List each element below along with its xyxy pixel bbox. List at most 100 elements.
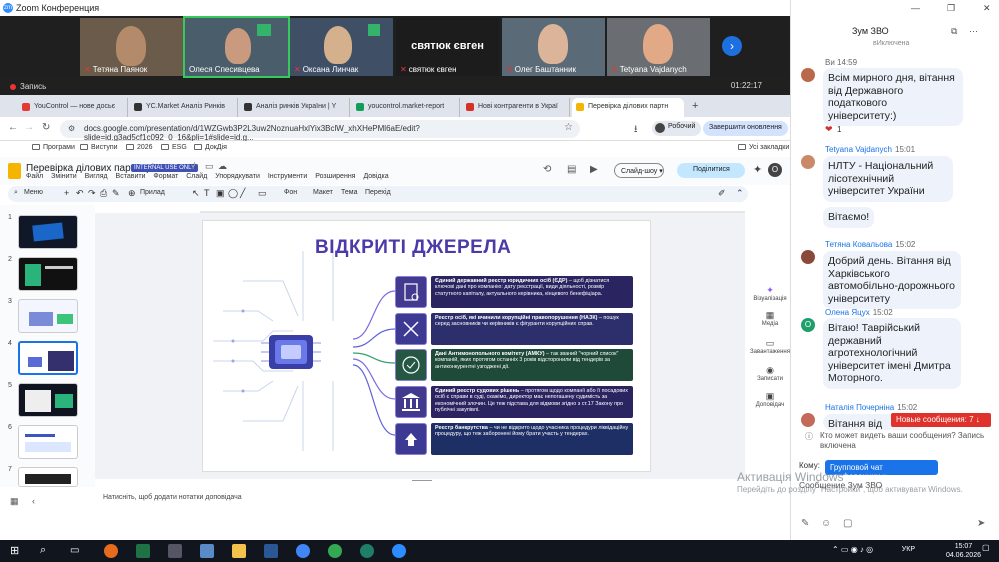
word-icon[interactable]: [264, 544, 278, 558]
reload-icon[interactable]: ↻: [42, 122, 50, 133]
browser-tab[interactable]: Нові контрагенти в Украї: [462, 98, 570, 117]
notes-resize-handle[interactable]: [412, 480, 432, 481]
file-icon[interactable]: ▢: [843, 518, 852, 529]
format-text-icon[interactable]: ✎: [801, 518, 809, 529]
gemini-icon[interactable]: ✦: [753, 163, 762, 176]
browser-tab-active[interactable]: Перевірка ділових партн: [572, 98, 684, 117]
notepad-icon[interactable]: [200, 544, 214, 558]
app-icon[interactable]: [360, 544, 374, 558]
uploads-tool[interactable]: ▭ Завантаження: [748, 338, 792, 355]
grid-view-icon[interactable]: ▦: [10, 496, 19, 507]
line-icon[interactable]: ╱: [240, 188, 245, 199]
bookmark-star-icon[interactable]: ☆: [564, 122, 573, 133]
slide-thumbnail[interactable]: [18, 425, 78, 459]
undo-icon[interactable]: ↶: [76, 188, 84, 199]
task-view-icon[interactable]: ▭: [70, 545, 79, 556]
menu-help[interactable]: Довідка: [363, 173, 388, 180]
transition-button[interactable]: Перехід: [365, 189, 391, 196]
browser-tab[interactable]: Аналіз ринків України | Y: [240, 98, 350, 117]
select-tool-icon[interactable]: ↖: [192, 188, 200, 199]
notifications-icon[interactable]: ▢: [982, 543, 990, 552]
reaction-heart-icon[interactable]: ❤: [825, 124, 833, 135]
back-icon[interactable]: ←: [8, 122, 18, 133]
language-indicator[interactable]: УКР: [902, 546, 915, 553]
history-icon[interactable]: ⟲: [543, 164, 551, 175]
zoom-app-icon[interactable]: [392, 544, 406, 558]
participant-tile[interactable]: Олеся Спесивцева: [183, 16, 290, 78]
participant-tile[interactable]: ✕ Tetyana Vajdanych: [607, 18, 710, 76]
profile-button[interactable]: Робочий: [652, 121, 702, 136]
participant-tile[interactable]: ✕ Оксана Линчак: [290, 18, 393, 76]
paint-format-icon[interactable]: ✎: [112, 188, 120, 199]
share-button[interactable]: Поділитися: [677, 163, 745, 178]
minimize-icon[interactable]: —: [911, 3, 920, 13]
slide-thumbnail[interactable]: [18, 383, 78, 417]
menu-slide[interactable]: Слайд: [186, 173, 207, 180]
browser-tab[interactable]: YouControl — нове досьє: [18, 98, 128, 117]
collapse-icon[interactable]: ⌃: [736, 188, 744, 199]
layout-button[interactable]: Макет: [313, 189, 333, 196]
star-icon[interactable]: ☆: [190, 161, 199, 172]
chat-menu-icon[interactable]: ⋯: [969, 26, 978, 37]
clock[interactable]: 15:07 04.06.2026: [946, 542, 981, 560]
meet-icon[interactable]: ▶: [590, 164, 598, 175]
menu-tools[interactable]: Інструменти: [268, 173, 307, 180]
search-icon[interactable]: ⌕: [40, 544, 46, 557]
slide-thumbnail[interactable]: [18, 299, 78, 333]
print-icon[interactable]: ⎙: [100, 188, 107, 199]
file-explorer-icon[interactable]: [232, 544, 246, 558]
participant-tile[interactable]: ✕ Олег Баштанник: [502, 18, 605, 76]
bookmark-folder[interactable]: Програми: [32, 144, 75, 151]
account-avatar[interactable]: O: [768, 163, 782, 177]
chat-privacy-note[interactable]: Кто может видеть ваши сообщения? Запись …: [820, 431, 990, 451]
slide-thumbnail[interactable]: [18, 215, 78, 249]
menu-arrange[interactable]: Упорядкувати: [215, 173, 260, 180]
app-icon[interactable]: [168, 544, 182, 558]
slide-thumbnail-selected[interactable]: [18, 341, 78, 375]
forward-icon[interactable]: →: [24, 122, 34, 133]
download-icon[interactable]: ⭳: [634, 122, 638, 139]
record-tool[interactable]: ◉ Записати: [748, 365, 792, 382]
send-icon[interactable]: ➤: [977, 518, 985, 529]
comment-icon[interactable]: ▭: [258, 188, 267, 199]
bookmark-folder[interactable]: ДокДія: [194, 144, 227, 151]
close-icon[interactable]: ✕: [983, 3, 991, 14]
bookmark-folder[interactable]: 2026: [126, 144, 153, 151]
text-box-icon[interactable]: T: [204, 188, 210, 198]
next-participants-button[interactable]: ›: [722, 36, 742, 56]
theme-button[interactable]: Тема: [341, 189, 357, 196]
menu-extensions[interactable]: Розширення: [315, 173, 355, 180]
emoji-icon[interactable]: ☺: [821, 518, 831, 529]
update-browser-button[interactable]: Завершити оновлення: [703, 121, 788, 136]
firefox-icon[interactable]: [104, 544, 118, 558]
url-input[interactable]: docs.google.com/presentation/d/1WZGwb3P2…: [60, 120, 580, 142]
menu-file[interactable]: Файл: [26, 173, 43, 180]
maximize-icon[interactable]: ❐: [947, 3, 955, 14]
redo-icon[interactable]: ↷: [88, 188, 96, 199]
menu-insert[interactable]: Вставити: [116, 173, 146, 180]
speaker-notes[interactable]: Натисніть, щоб додати нотатки доповідача: [95, 490, 745, 506]
image-icon[interactable]: ▣: [216, 188, 225, 199]
tray-icons[interactable]: ⌃ ▭ ◉ ♪ ◎: [832, 545, 873, 554]
bookmark-folder[interactable]: ESG: [161, 144, 187, 151]
menu-format[interactable]: Формат: [153, 173, 178, 180]
zoom-icon[interactable]: ⊕: [128, 188, 136, 199]
bookmark-folder[interactable]: Виступи: [80, 144, 118, 151]
site-info-icon[interactable]: ⚙: [68, 124, 75, 133]
participant-tile[interactable]: святюк євген ✕ святюк євген: [396, 18, 499, 76]
slideshow-button[interactable]: Слайд-шоу ▾: [614, 163, 664, 178]
message-input[interactable]: Сообщение Зум ЗВО: [799, 480, 989, 494]
chrome-icon[interactable]: [296, 544, 310, 558]
chrome-profile-icon[interactable]: [328, 544, 342, 558]
slide-thumbnail[interactable]: [18, 257, 78, 291]
slide-canvas[interactable]: ВІДКРИТІ ДЖЕРЕЛА Єдиний державний реєстр…: [202, 220, 651, 472]
add-slide-icon[interactable]: +: [64, 188, 69, 198]
slide-thumbnail[interactable]: [18, 467, 78, 487]
search-menu-icon[interactable]: ⌕: [14, 189, 18, 197]
popout-icon[interactable]: ⧉: [951, 26, 957, 37]
collapse-panel-icon[interactable]: ‹: [32, 496, 35, 506]
shape-icon[interactable]: ◯: [228, 188, 238, 199]
start-icon[interactable]: ⊞: [10, 544, 19, 557]
move-folder-icon[interactable]: ▭: [205, 161, 214, 172]
presenter-tool[interactable]: ▣ Доповідач: [748, 391, 792, 408]
